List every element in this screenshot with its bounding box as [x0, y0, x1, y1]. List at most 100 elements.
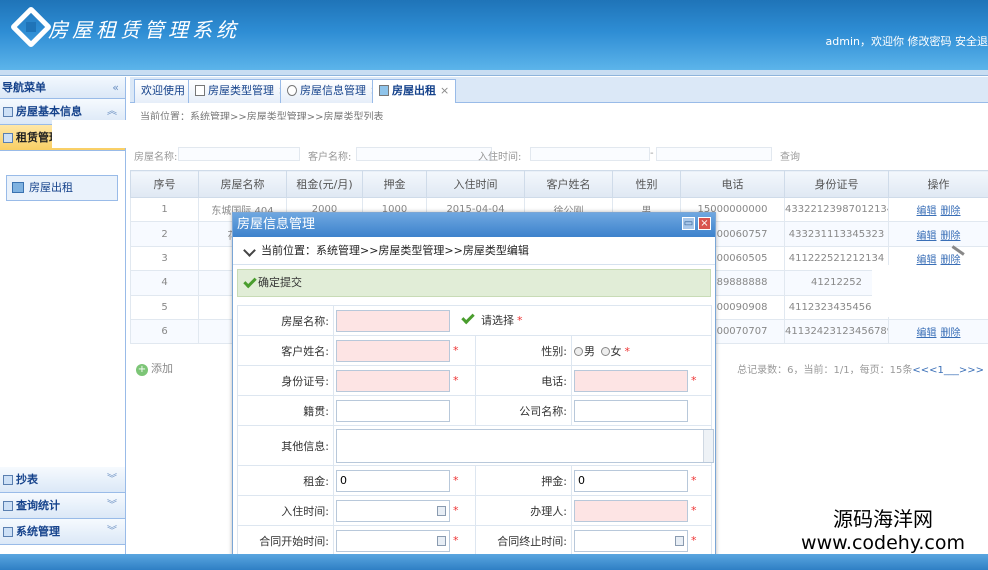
edit-link[interactable]: 编辑: [917, 328, 937, 339]
edit-link[interactable]: 编辑: [917, 206, 937, 217]
col-header: 操作: [888, 170, 988, 198]
tab-welcome[interactable]: 欢迎使用: [134, 79, 192, 103]
filter-customer-input[interactable]: [356, 147, 492, 161]
filter-checkin-start[interactable]: [530, 147, 650, 161]
house-name-hint: 请选择: [481, 313, 514, 327]
collapse-icon[interactable]: «: [112, 77, 119, 99]
house-form: 房屋名称: 请选择 * 客户姓名: * 性别: 男 女 * 身份证号: * 电话: …: [237, 305, 714, 556]
close-icon[interactable]: ×: [440, 84, 449, 97]
dialog-title-bar: 房屋信息管理 ▭ ×: [233, 213, 715, 237]
submit-button[interactable]: 确定提交: [237, 269, 711, 297]
sidebar-item-house-rent[interactable]: 房屋出租: [6, 175, 118, 201]
sidebar-section-meter[interactable]: 抄表 ︾: [0, 467, 125, 493]
contract-end-input[interactable]: [574, 529, 688, 552]
sidebar-section-label: 房屋基本信息: [16, 105, 82, 118]
rent-label: 租金:: [237, 465, 334, 496]
tab-house-rent[interactable]: 房屋出租 ×: [372, 79, 457, 103]
globe-icon: [287, 85, 297, 96]
table-cell: 433221239870121345: [784, 196, 889, 223]
minimize-icon[interactable]: ▭: [682, 217, 695, 230]
col-header: 入住时间: [426, 170, 525, 198]
chevron-down-icon: ︾: [107, 500, 117, 511]
phone-input[interactable]: [574, 369, 688, 392]
required-mark: *: [624, 344, 631, 358]
scrollbar[interactable]: [703, 429, 713, 462]
overlay-strip: [52, 120, 830, 148]
check-icon: [243, 274, 257, 289]
col-header: 性别: [612, 170, 681, 198]
document-icon: [195, 85, 205, 96]
gender-male-radio[interactable]: [574, 346, 583, 356]
calendar-icon[interactable]: [437, 505, 446, 516]
location-icon: [243, 244, 256, 257]
deposit-label: 押金:: [475, 465, 572, 496]
filter-house-name-label: 房屋名称:: [134, 152, 178, 163]
house-name-select[interactable]: [336, 309, 450, 332]
contract-start-input[interactable]: [336, 529, 450, 552]
sidebar-section-label: 抄表: [16, 473, 38, 486]
col-header: 客户姓名: [524, 170, 613, 198]
table-cell: 1: [130, 196, 199, 223]
tab-label: 房屋出租: [392, 84, 436, 97]
edit-link[interactable]: 编辑: [917, 231, 937, 242]
pager-links[interactable]: <<<1___>>>: [912, 365, 984, 376]
user-bar[interactable]: admin，欢迎你 修改密码 安全退: [826, 33, 988, 49]
required-mark: *: [517, 313, 523, 327]
pager: 总记录数：6，当前：1/1，每页：15条<<<1___>>>: [737, 361, 984, 376]
delete-link[interactable]: 删除: [941, 328, 961, 339]
required-mark: *: [691, 533, 697, 547]
table-cell: 5: [130, 294, 199, 320]
sidebar-section-stats[interactable]: 查询统计 ︾: [0, 493, 125, 519]
other-info-textarea[interactable]: [336, 428, 714, 463]
handler-label: 办理人:: [475, 495, 572, 526]
pager-text: 总记录数：6，当前：1/1，每页：15条: [737, 365, 913, 376]
gender-label: 性别:: [475, 335, 572, 366]
tab-house-info[interactable]: 房屋信息管理×: [280, 79, 387, 103]
customer-name-input[interactable]: [336, 339, 450, 362]
sidebar-section-label: 系统管理: [16, 525, 60, 538]
phone-label: 电话:: [475, 365, 572, 396]
row-actions: 编辑删除: [888, 318, 988, 345]
tab-label: 房屋信息管理: [300, 84, 366, 97]
logo-icon: [9, 5, 53, 49]
table-header-row: 序号 房屋名称 租金(元/月) 押金 入住时间 客户姓名 性别 电话 身份证号 …: [130, 170, 988, 198]
gender-female-radio[interactable]: [600, 346, 610, 356]
delete-link[interactable]: 删除: [941, 231, 961, 242]
tab-label: 欢迎使用: [141, 84, 185, 97]
contract-end-label: 合同终止时间:: [475, 525, 572, 556]
app-title: 房屋租赁管理系统: [48, 18, 240, 42]
native-place-label: 籍贯:: [237, 395, 334, 426]
calendar-icon[interactable]: [437, 535, 446, 546]
tab-bar: 欢迎使用 房屋类型管理× 房屋信息管理× 房屋出租 ×: [130, 77, 988, 103]
watermark-line2: www.codehy.com: [801, 532, 965, 554]
col-header: 身份证号: [784, 170, 889, 198]
add-icon: +: [136, 364, 148, 376]
filter-dash: -: [650, 148, 654, 159]
add-button[interactable]: + 添加: [136, 360, 173, 376]
filter-bar: 房屋名称: 客户名称: 入住时间: - 查询: [130, 146, 988, 164]
house-icon: [379, 85, 389, 96]
dialog-title: 房屋信息管理: [237, 217, 316, 232]
house-name-label: 房屋名称:: [237, 305, 334, 336]
sidebar-section-system[interactable]: 系统管理 ︾: [0, 519, 125, 545]
calendar-icon[interactable]: [675, 535, 684, 546]
folder-icon: [3, 133, 13, 143]
deposit-input[interactable]: 0: [574, 469, 688, 492]
required-mark: *: [453, 533, 459, 547]
rent-input[interactable]: 0: [336, 469, 450, 492]
chevron-down-icon: ︾: [107, 526, 117, 537]
company-input[interactable]: [574, 399, 688, 422]
table-cell: 2: [130, 221, 199, 247]
col-header: 租金(元/月): [286, 170, 363, 198]
filter-checkin-end[interactable]: [656, 147, 772, 161]
query-button[interactable]: 查询: [780, 148, 800, 163]
id-number-input[interactable]: [336, 369, 450, 392]
checkin-time-input[interactable]: [336, 499, 450, 522]
handler-input[interactable]: [574, 499, 688, 522]
native-place-input[interactable]: [336, 399, 450, 422]
table-cell: 433231113345323: [784, 221, 889, 247]
filter-house-name-input[interactable]: [178, 147, 300, 161]
tab-house-type[interactable]: 房屋类型管理×: [188, 79, 295, 103]
close-icon[interactable]: ×: [698, 217, 711, 230]
delete-link[interactable]: 删除: [941, 206, 961, 217]
